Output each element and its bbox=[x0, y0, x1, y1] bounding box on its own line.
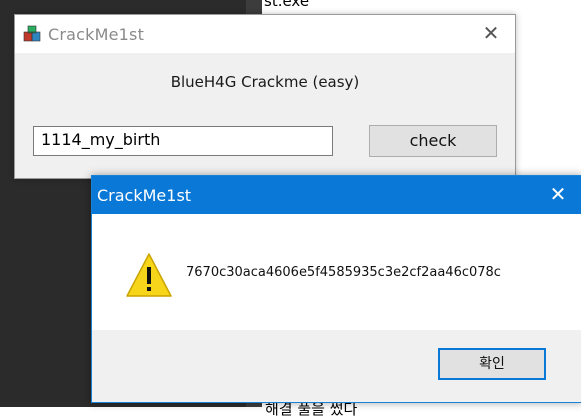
app-icon bbox=[23, 25, 41, 42]
crackme-title: CrackMe1st bbox=[48, 25, 145, 44]
warning-icon bbox=[126, 253, 172, 297]
crackme-window: CrackMe1st ✕ BlueH4G Crackme (easy) 1114… bbox=[14, 14, 516, 179]
message-box: CrackMe1st ✕ 7670c30aca4606e5f4585935c3e… bbox=[91, 175, 581, 403]
message-box-title: CrackMe1st bbox=[97, 186, 192, 205]
crackme-heading: BlueH4G Crackme (easy) bbox=[170, 73, 360, 91]
close-icon[interactable]: ✕ bbox=[479, 21, 503, 45]
message-text: 7670c30aca4606e5f4585935c3e2cf2aa46c078c bbox=[186, 265, 501, 280]
check-button[interactable]: check bbox=[369, 125, 497, 157]
message-box-body: 7670c30aca4606e5f4585935c3e2cf2aa46c078c bbox=[92, 214, 581, 330]
ok-button[interactable]: 확인 bbox=[438, 348, 546, 380]
background-text-top: st.exe bbox=[264, 0, 310, 10]
crackme-titlebar[interactable]: CrackMe1st ✕ bbox=[15, 15, 515, 53]
message-box-footer: 확인 bbox=[92, 330, 581, 402]
close-icon[interactable]: ✕ bbox=[546, 182, 570, 206]
message-box-titlebar[interactable]: CrackMe1st ✕ bbox=[92, 176, 581, 214]
serial-input[interactable]: 1114_my_birth bbox=[33, 126, 333, 156]
